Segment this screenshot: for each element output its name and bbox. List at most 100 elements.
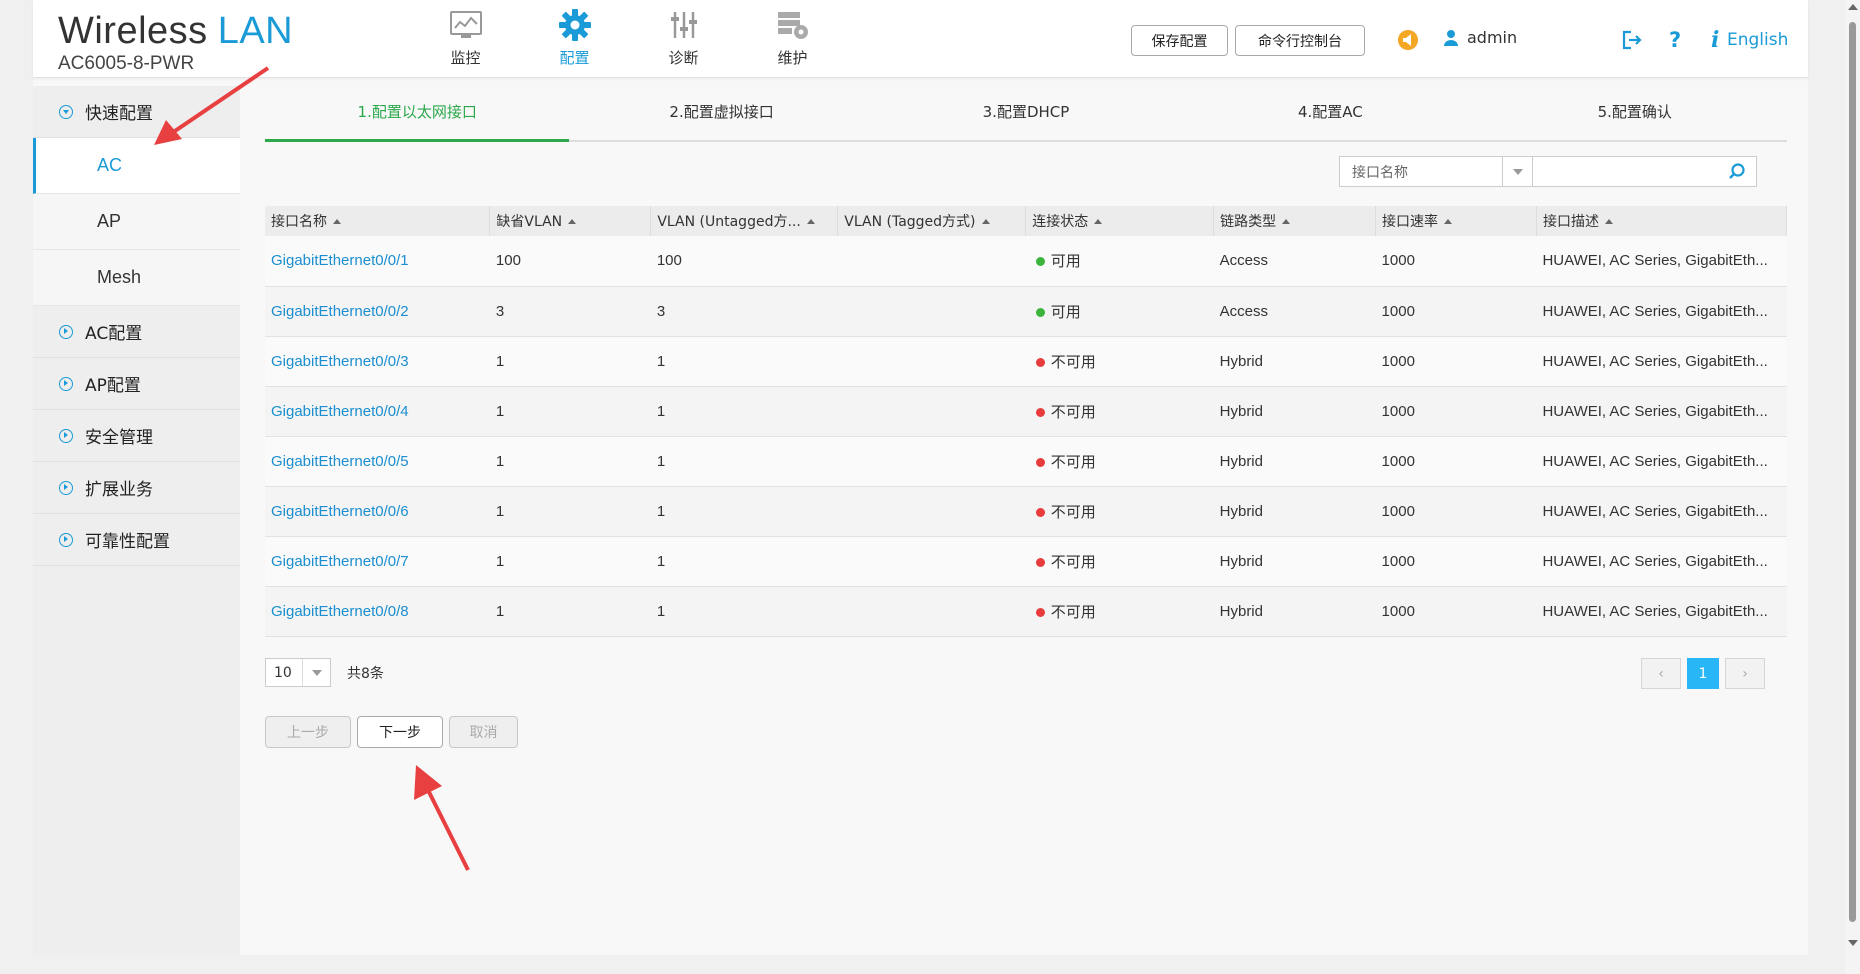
table-row[interactable]: GigabitEthernet0/0/5 1 1 不可用 Hybrid 1000 HUAWE… [265,436,1787,487]
nav-config[interactable]: 配置 [520,6,629,68]
search-icon[interactable] [1728,163,1746,185]
interface-link[interactable]: GigabitEthernet0/0/3 [271,353,409,370]
cell-vlan-untagged: 1 [650,486,838,537]
status-dot-icon [1035,357,1045,367]
alert-icon[interactable] [1397,29,1419,51]
sidebar-reliability[interactable]: 可靠性配置 [33,514,240,566]
interface-link[interactable]: GigabitEthernet0/0/4 [271,403,409,420]
prev-step-button[interactable]: 上一步 [265,716,351,748]
col-link-status[interactable]: 连接状态 [1025,206,1215,236]
language-switch[interactable]: English [1727,30,1788,50]
column-label: 链路类型 [1220,214,1277,230]
interface-link[interactable]: GigabitEthernet0/0/8 [271,603,409,620]
sidebar-ap-config[interactable]: AP配置 [33,358,240,410]
table-row[interactable]: GigabitEthernet0/0/2 3 3 可用 Access 1000 HUAWEI… [265,286,1787,337]
cli-console-button[interactable]: 命令行控制台 [1235,25,1365,56]
scroll-down-icon[interactable] [1848,940,1858,946]
cell-status: 可用 [1025,286,1214,337]
search-field-select[interactable]: 接口名称 [1339,156,1533,187]
step-confirm[interactable]: 5.配置确认 [1483,86,1787,140]
nav-label: 维护 [777,49,808,67]
scroll-up-icon[interactable] [1848,4,1858,10]
cell-description: HUAWEI, AC Series, GigabitEth... [1536,536,1787,587]
table-row[interactable]: GigabitEthernet0/0/4 1 1 不可用 Hybrid 1000 HUAWE… [265,386,1787,437]
cell-default-vlan: 1 [489,586,651,637]
vertical-scrollbar[interactable] [1845,0,1860,974]
next-step-button[interactable]: 下一步 [357,716,443,748]
col-speed[interactable]: 接口速率 [1375,206,1537,236]
interface-link[interactable]: GigabitEthernet0/0/2 [271,303,409,320]
col-interface-name[interactable]: 接口名称 [265,206,491,236]
cell-speed: 1000 [1375,586,1537,637]
cell-default-vlan: 1 [489,536,651,587]
column-label: 连接状态 [1032,214,1089,230]
sidebar-security[interactable]: 安全管理 [33,410,240,462]
scroll-thumb[interactable] [1849,22,1856,922]
cell-vlan-tagged [837,236,1026,287]
cell-description: HUAWEI, AC Series, GigabitEth... [1536,386,1787,437]
column-label: 缺省VLAN [496,214,563,230]
sidebar-extended[interactable]: 扩展业务 [33,462,240,514]
interface-link[interactable]: GigabitEthernet0/0/6 [271,503,409,520]
table-row[interactable]: GigabitEthernet0/0/6 1 1 不可用 Hybrid 1000 HUAWE… [265,486,1787,537]
search-input-wrap [1533,156,1757,187]
cancel-button[interactable]: 取消 [449,716,518,748]
interface-link[interactable]: GigabitEthernet0/0/7 [271,553,409,570]
cell-speed: 1000 [1375,536,1537,587]
col-link-type[interactable]: 链路类型 [1213,206,1377,236]
status-text: 可用 [1050,253,1081,271]
col-description[interactable]: 接口描述 [1536,206,1788,236]
table-row[interactable]: GigabitEthernet0/0/1 100 100 可用 Access 1000 HU… [265,236,1787,287]
page-size-select[interactable]: 10 [265,658,331,687]
cell-vlan-untagged: 1 [650,336,838,387]
cell-vlan-untagged: 3 [650,286,838,337]
top-nav: 监控 配置 诊断 维护 [411,6,847,68]
column-label: 接口速率 [1382,214,1439,230]
page-1-button[interactable]: 1 [1687,658,1719,689]
step-ethernet[interactable]: 1.配置以太网接口 [265,86,570,142]
sidebar-item-mesh[interactable]: Mesh [33,250,240,306]
prev-page-button[interactable]: ‹ [1641,658,1681,689]
cell-vlan-tagged [837,386,1026,437]
expand-icon [59,376,73,391]
sort-icon [806,218,815,224]
next-page-button[interactable]: › [1725,658,1765,689]
nav-diagnose[interactable]: 诊断 [629,6,738,68]
logout-icon[interactable] [1621,30,1643,50]
sidebar: 快速配置 AC AP Mesh AC配置 AP配置 安全管理 扩展业务 可靠性配… [33,86,240,955]
sidebar-quick-config[interactable]: 快速配置 [33,86,240,138]
sidebar-group-label: AP配置 [85,376,141,396]
save-config-button[interactable]: 保存配置 [1131,25,1228,56]
table-row[interactable]: GigabitEthernet0/0/8 1 1 不可用 Hybrid 1000 HUAWE… [265,586,1787,637]
info-icon[interactable]: i [1711,27,1719,53]
nav-maintain[interactable]: 维护 [738,6,847,68]
step-dhcp[interactable]: 3.配置DHCP [874,86,1178,140]
page-size-control: 10 共8条 [265,658,384,687]
step-ac[interactable]: 4.配置AC [1178,86,1482,140]
cell-speed: 1000 [1375,386,1537,437]
col-default-vlan[interactable]: 缺省VLAN [489,206,652,236]
col-vlan-tagged[interactable]: VLAN (Tagged方式) [837,206,1027,236]
table-row[interactable]: GigabitEthernet0/0/7 1 1 不可用 Hybrid 1000 HUAWE… [265,536,1787,587]
top-header: Wireless LAN AC6005-8-PWR 监控 配置 诊断 维护 保存… [33,0,1808,78]
col-vlan-untagged[interactable]: VLAN (Untagged方... [650,206,839,236]
cell-status: 不可用 [1025,586,1214,637]
nav-monitor[interactable]: 监控 [411,6,520,68]
step-virtual[interactable]: 2.配置虚拟接口 [569,86,873,140]
sidebar-item-ap[interactable]: AP [33,194,240,250]
status-dot-icon [1035,457,1045,467]
table-row[interactable]: GigabitEthernet0/0/3 1 1 不可用 Hybrid 1000 HUAWE… [265,336,1787,387]
sidebar-item-ac[interactable]: AC [33,138,240,194]
sidebar-ac-config[interactable]: AC配置 [33,306,240,358]
interface-link[interactable]: GigabitEthernet0/0/5 [271,453,409,470]
help-icon[interactable]: ? [1669,28,1681,52]
cell-status: 不可用 [1025,386,1214,437]
cell-link-type: Hybrid [1213,386,1376,437]
interface-link[interactable]: GigabitEthernet0/0/1 [271,252,409,269]
status-text: 不可用 [1050,453,1096,471]
page-size-value: 10 [274,664,292,681]
user-menu[interactable]: admin [1443,28,1517,47]
table-body: GigabitEthernet0/0/1 100 100 可用 Access 1000 HU… [265,236,1787,637]
search-input[interactable] [1533,157,1713,186]
cell-description: HUAWEI, AC Series, GigabitEth... [1536,486,1787,537]
